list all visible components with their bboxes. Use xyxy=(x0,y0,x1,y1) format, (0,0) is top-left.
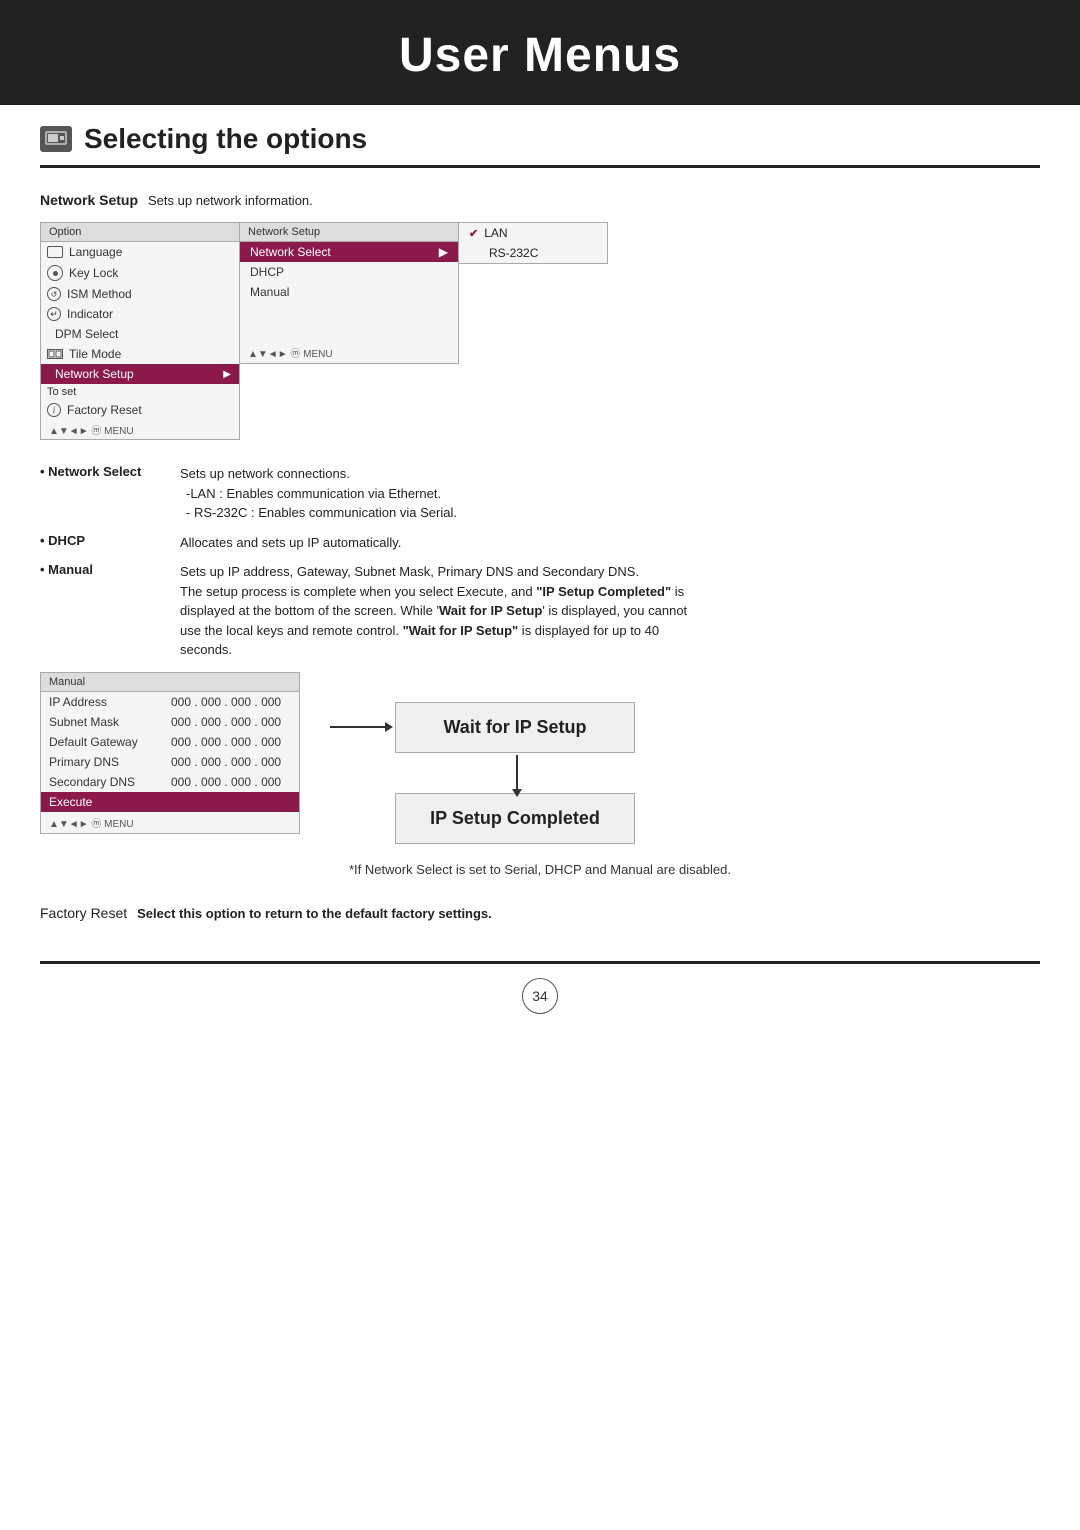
manual-ip-address: IP Address 000 . 000 . 000 . 000 xyxy=(41,692,299,712)
bullet-manual-content: Sets up IP address, Gateway, Subnet Mask… xyxy=(180,562,687,660)
bullet-dhcp-label: • DHCP xyxy=(40,533,180,548)
circle-arrow-icon: ↺ xyxy=(47,287,61,301)
manual-execute[interactable]: Execute xyxy=(41,792,299,812)
ip-setup-completed-box: IP Setup Completed xyxy=(395,793,635,844)
menu1-footer: ▲▼◄► ⓜ MENU xyxy=(41,420,239,439)
factory-reset-desc: Select this option to return to the defa… xyxy=(137,906,492,921)
lan-option[interactable]: ✔ LAN xyxy=(459,223,607,243)
content-area: Network Setup Sets up network informatio… xyxy=(0,192,1080,921)
check-icon: ✔ xyxy=(469,227,478,240)
page-title: User Menus xyxy=(0,28,1080,83)
menu2-footer: ▲▼◄► ⓜ MENU xyxy=(240,342,458,363)
bullet-ns-label: • Network Select xyxy=(40,464,180,479)
option-dpm: DPM Select xyxy=(41,324,239,344)
submenu-dhcp[interactable]: DHCP xyxy=(240,262,458,282)
page-header: User Menus xyxy=(0,0,1080,105)
manual-section: Manual IP Address 000 . 000 . 000 . 000 … xyxy=(40,672,1040,844)
section-icon xyxy=(40,126,72,152)
option-indicator: ↵ Indicator xyxy=(41,304,239,324)
arrow-right-icon: ▶ xyxy=(223,369,231,380)
option-language: Language xyxy=(41,242,239,262)
option-factory-reset: i Factory Reset xyxy=(41,400,239,420)
option-ism: ↺ ISM Method xyxy=(41,284,239,304)
wait-for-ip-box: Wait for IP Setup xyxy=(395,702,635,753)
bullet-dhcp-content: Allocates and sets up IP automatically. xyxy=(180,533,401,553)
section-title: Selecting the options xyxy=(84,123,367,155)
option-keylock: Key Lock xyxy=(41,262,239,284)
network-setup-label-row: Network Setup Sets up network informatio… xyxy=(40,192,1040,208)
option-menu: Option Language Key Lock ↺ ISM Method ↵ xyxy=(40,222,240,440)
h-arrow-line xyxy=(330,726,385,728)
manual-menu-header: Manual xyxy=(41,673,299,692)
manual-default-gateway: Default Gateway 000 . 000 . 000 . 000 xyxy=(41,732,299,752)
submenu-network-select[interactable]: Network Select ▶ xyxy=(240,242,458,262)
bullet-section: • Network Select Sets up network connect… xyxy=(40,464,1040,660)
lan-rs232c-menu: ✔ LAN RS-232C xyxy=(458,222,608,264)
manual-menu: Manual IP Address 000 . 000 . 000 . 000 … xyxy=(40,672,300,834)
bullet-dhcp: • DHCP Allocates and sets up IP automati… xyxy=(40,533,1040,553)
circle-dot-icon xyxy=(47,265,63,281)
network-setup-desc: Sets up network information. xyxy=(148,193,313,208)
flow-arrow-row: Wait for IP Setup xyxy=(330,702,635,753)
flow-diagram: Wait for IP Setup IP Setup Completed xyxy=(330,672,635,844)
menu-diagrams: Option Language Key Lock ↺ ISM Method ↵ xyxy=(40,222,1040,440)
bullet-manual: • Manual Sets up IP address, Gateway, Su… xyxy=(40,562,1040,660)
rs232c-option[interactable]: RS-232C xyxy=(459,243,607,263)
to-set-label: To set xyxy=(47,386,76,398)
option-network-setup[interactable]: Network Setup ▶ xyxy=(41,364,239,384)
bullet-ns-content: Sets up network connections. -LAN : Enab… xyxy=(180,464,457,523)
factory-reset-row: Factory Reset Select this option to retu… xyxy=(40,905,1040,921)
manual-secondary-dns: Secondary DNS 000 . 000 . 000 . 000 xyxy=(41,772,299,792)
page-number: 34 xyxy=(522,978,558,1014)
factory-reset-label: Factory Reset xyxy=(40,905,127,921)
manual-menu-footer: ▲▼◄► ⓜ MENU xyxy=(41,812,299,833)
bottom-divider xyxy=(40,961,1040,964)
section-divider xyxy=(40,165,1040,168)
info-icon: i xyxy=(47,403,61,417)
v-arrow-line xyxy=(516,755,518,789)
page-number-row: 34 xyxy=(0,978,1080,1034)
flow-down-arrow xyxy=(330,755,635,789)
option-menu-header: Option xyxy=(41,223,239,242)
manual-subnet-mask: Subnet Mask 000 . 000 . 000 . 000 xyxy=(41,712,299,732)
bullet-manual-label: • Manual xyxy=(40,562,180,577)
footer-note: *If Network Select is set to Serial, DHC… xyxy=(40,862,1040,877)
submenu-manual[interactable]: Manual xyxy=(240,282,458,302)
network-setup-label: Network Setup xyxy=(40,192,138,208)
manual-primary-dns: Primary DNS 000 . 000 . 000 . 000 xyxy=(41,752,299,772)
network-setup-submenu: Network Setup Network Select ▶ DHCP Manu… xyxy=(239,222,459,364)
section-heading: Selecting the options xyxy=(0,105,1080,165)
option-tile: Tile Mode xyxy=(41,344,239,364)
bullet-network-select: • Network Select Sets up network connect… xyxy=(40,464,1040,523)
monitor-icon xyxy=(47,246,63,258)
flat-icon xyxy=(47,349,63,359)
enter-icon: ↵ xyxy=(47,307,61,321)
network-setup-submenu-header: Network Setup xyxy=(240,223,458,242)
submenu-arrow: ▶ xyxy=(439,245,448,259)
